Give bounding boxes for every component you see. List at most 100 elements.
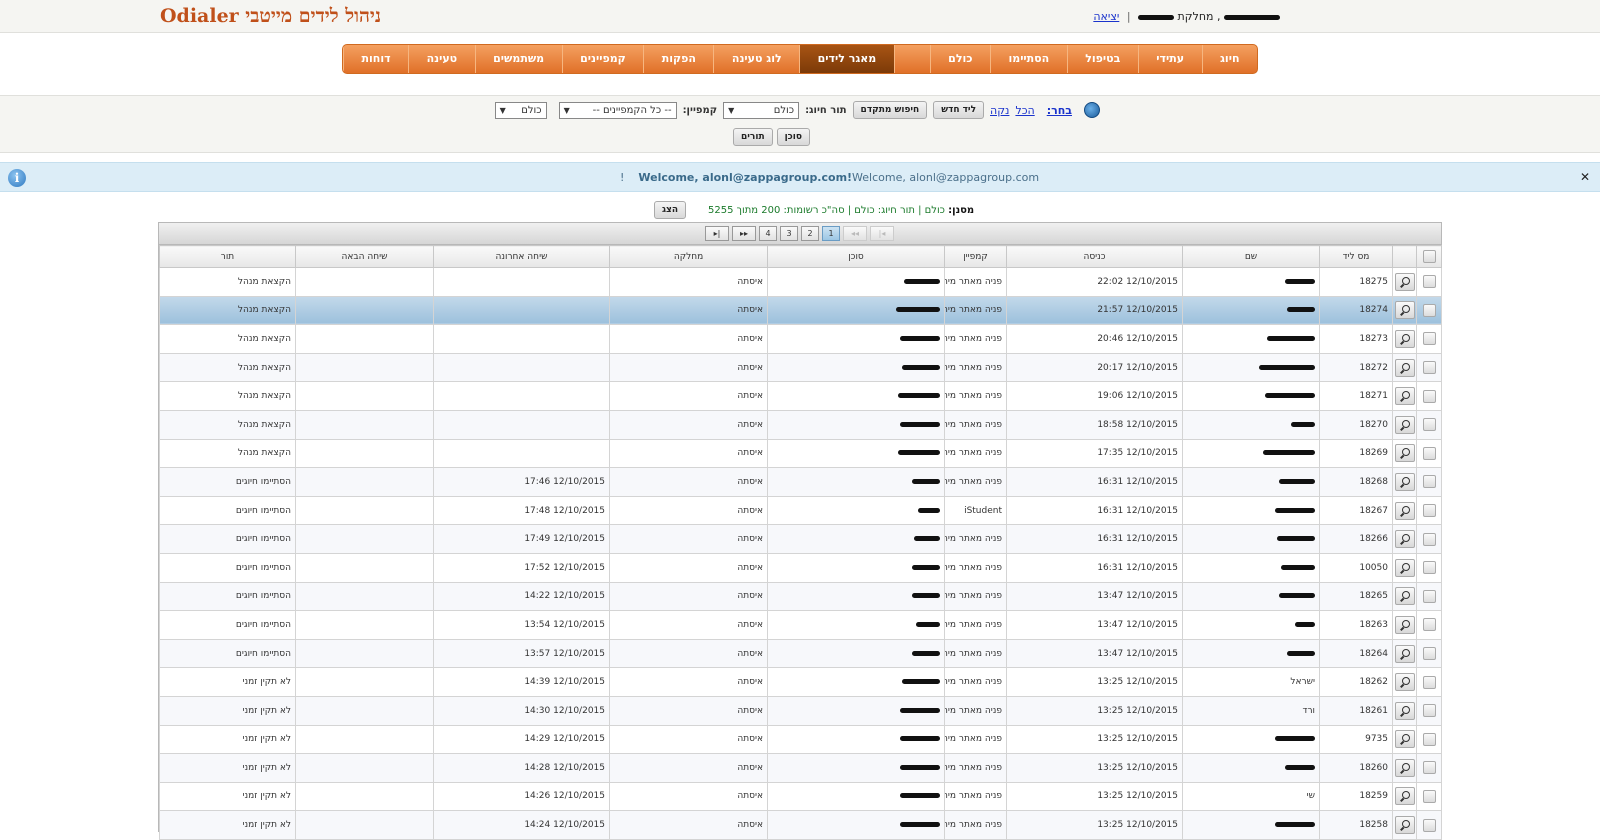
menu-item-6[interactable]: מאגר לידים — [799, 45, 894, 73]
magnifier-icon[interactable] — [1394, 758, 1415, 777]
column-header[interactable]: סוכן — [767, 245, 945, 268]
pager-last-button[interactable]: ▸| — [705, 226, 729, 241]
row-checkbox[interactable] — [1422, 361, 1436, 375]
magnifier-icon[interactable] — [1394, 329, 1415, 348]
select-all-link[interactable]: הכל — [1015, 104, 1034, 117]
menu-item-1[interactable]: עתידי — [1137, 45, 1202, 73]
column-header[interactable]: מס ליד — [1319, 245, 1393, 268]
close-icon[interactable]: ✕ — [1580, 170, 1590, 184]
menu-item-2[interactable]: בטיפול — [1066, 45, 1138, 73]
magnifier-icon[interactable] — [1394, 387, 1415, 406]
table-row[interactable]: הקצאת מנהל איסתה פניה מאתר מיתוק12/10/2015… — [159, 324, 1442, 354]
menu-item-3[interactable]: הסתיימו — [989, 45, 1067, 73]
table-row[interactable]: לא תקין זמני 12/10/2015 14:26 איסתה פניה מא… — [159, 781, 1442, 812]
row-checkbox[interactable] — [1422, 303, 1436, 317]
row-checkbox[interactable] — [1422, 275, 1436, 289]
column-header[interactable]: מחלקה — [609, 245, 768, 268]
column-header[interactable]: תור — [159, 245, 296, 268]
menu-item-9[interactable]: קמפיינים — [561, 45, 644, 73]
table-row[interactable]: לא תקין זמני 12/10/2015 14:39 איסתה פניה מא… — [159, 667, 1442, 697]
magnifier-icon[interactable] — [1394, 644, 1415, 663]
dial-queue-select[interactable]: כולם ▼ — [723, 101, 800, 119]
row-checkbox[interactable] — [1422, 332, 1436, 346]
magnifier-icon[interactable] — [1394, 558, 1415, 577]
column-header[interactable]: שם — [1182, 245, 1320, 268]
row-checkbox[interactable] — [1422, 561, 1436, 575]
campaign-select[interactable]: -- כל הקמפיינים -- ▼ — [558, 101, 677, 119]
pager-page-1[interactable]: 1 — [822, 226, 840, 241]
magnifier-icon[interactable] — [1394, 730, 1415, 749]
table-row[interactable]: לא תקין זמני 12/10/2015 14:24 איסתה פניה מא… — [159, 810, 1442, 840]
new-lead-button[interactable]: ליד חדש — [933, 101, 985, 119]
row-checkbox[interactable] — [1422, 589, 1436, 603]
column-header[interactable]: כניסה — [1006, 245, 1183, 268]
row-checkbox[interactable] — [1422, 789, 1436, 803]
magnifier-icon[interactable] — [1394, 272, 1415, 291]
magnifier-icon[interactable] — [1394, 444, 1415, 463]
column-header[interactable]: שיחה אחרונה — [433, 245, 610, 268]
menu-item-8[interactable]: הפקות — [643, 45, 713, 73]
table-row[interactable]: לא תקין זמני 12/10/2015 14:29 איסתה פניה מא… — [159, 724, 1442, 755]
pager-page-3[interactable]: 3 — [780, 226, 798, 241]
table-row[interactable]: הקצאת מנהל איסתה פניה מאתר מיתוק12/10/2015… — [159, 438, 1442, 469]
table-row[interactable]: הסתיימו חיוגים 12/10/2015 17:48 איסתה iStud… — [159, 495, 1442, 526]
select-all-checkbox[interactable] — [1422, 250, 1436, 263]
table-row[interactable]: הקצאת מנהל איסתה פניה מאתר מיתוק12/10/2015… — [159, 409, 1442, 440]
column-header[interactable]: קמפיין — [944, 245, 1007, 268]
row-checkbox[interactable] — [1422, 675, 1436, 689]
magnifier-icon[interactable] — [1394, 530, 1415, 549]
pager-next-button[interactable]: ▸▸ — [732, 226, 756, 241]
row-checkbox[interactable] — [1422, 389, 1436, 403]
queues-button[interactable]: תורים — [733, 128, 773, 146]
magnifier-icon[interactable] — [1394, 615, 1415, 634]
table-row[interactable]: לא תקין זמני 12/10/2015 14:28 איסתה פניה מא… — [159, 753, 1442, 783]
column-header-select[interactable] — [1416, 245, 1442, 268]
table-row[interactable]: הסתיימו חיוגים 12/10/2015 14:22 איסתה פניה … — [159, 581, 1442, 612]
table-row[interactable]: הסתיימו חיוגים 12/10/2015 17:52 איסתה פניה … — [159, 552, 1442, 583]
globe-icon[interactable] — [1084, 102, 1100, 118]
row-checkbox[interactable] — [1422, 532, 1436, 546]
magnifier-icon[interactable] — [1394, 301, 1415, 320]
row-checkbox[interactable] — [1422, 732, 1436, 746]
table-row[interactable]: הסתיימו חיוגים 12/10/2015 17:49 איסתה פניה … — [159, 524, 1442, 554]
row-checkbox[interactable] — [1422, 818, 1436, 832]
show-button[interactable]: הצג — [654, 201, 687, 219]
column-header[interactable]: שיחה הבאה — [295, 245, 434, 268]
advanced-search-button[interactable]: חיפוש מתקדם — [852, 101, 928, 119]
department-select[interactable]: כולם ▼ — [494, 101, 547, 119]
menu-item-12[interactable]: דוחות — [343, 45, 408, 73]
pager-first-button[interactable]: |◂ — [870, 226, 894, 241]
magnifier-icon[interactable] — [1394, 415, 1415, 434]
magnifier-icon[interactable] — [1394, 501, 1415, 520]
row-checkbox[interactable] — [1422, 418, 1436, 432]
row-checkbox[interactable] — [1422, 475, 1436, 489]
clear-link[interactable]: נקה — [990, 104, 1009, 117]
menu-item-4[interactable]: כולם — [929, 45, 990, 73]
menu-item-0[interactable]: חיוג — [1201, 45, 1257, 73]
table-row[interactable]: הסתיימו חיוגים 12/10/2015 13:57 איסתה פניה … — [159, 638, 1442, 669]
table-row[interactable]: הקצאת מנהל איסתה פניה מאתר מיתוק12/10/2015… — [159, 381, 1442, 411]
row-checkbox[interactable] — [1422, 504, 1436, 518]
menu-item-5[interactable] — [893, 45, 930, 73]
magnifier-icon[interactable] — [1394, 701, 1415, 720]
table-row[interactable]: הקצאת מנהל איסתה פניה מאתר מיתוק12/10/2015… — [159, 267, 1442, 297]
menu-item-7[interactable]: לוג טעינה — [713, 45, 799, 73]
magnifier-icon[interactable] — [1394, 587, 1415, 606]
row-checkbox[interactable] — [1422, 761, 1436, 775]
pager-page-4[interactable]: 4 — [759, 226, 777, 241]
table-row[interactable]: הסתיימו חיוגים 12/10/2015 17:46 איסתה פניה … — [159, 467, 1442, 497]
logout-link[interactable]: יציאה — [1093, 10, 1119, 23]
agent-button[interactable]: סוכן — [776, 128, 810, 146]
row-checkbox[interactable] — [1422, 704, 1436, 718]
row-checkbox[interactable] — [1422, 647, 1436, 661]
table-row[interactable]: הקצאת מנהל איסתה פניה מאתר מיתוק12/10/2015… — [159, 352, 1442, 383]
magnifier-icon[interactable] — [1394, 472, 1415, 491]
row-checkbox[interactable] — [1422, 446, 1436, 460]
magnifier-icon[interactable] — [1394, 673, 1415, 692]
table-row[interactable]: הסתיימו חיוגים 12/10/2015 13:54 איסתה פניה … — [159, 610, 1442, 640]
magnifier-icon[interactable] — [1394, 816, 1415, 835]
row-checkbox[interactable] — [1422, 618, 1436, 632]
table-row[interactable]: הקצאת מנהל איסתה פניה מאתר מיתוק12/10/2015… — [159, 295, 1442, 326]
pager-prev-button[interactable]: ◂◂ — [843, 226, 867, 241]
menu-item-10[interactable]: משתמשים — [474, 45, 562, 73]
